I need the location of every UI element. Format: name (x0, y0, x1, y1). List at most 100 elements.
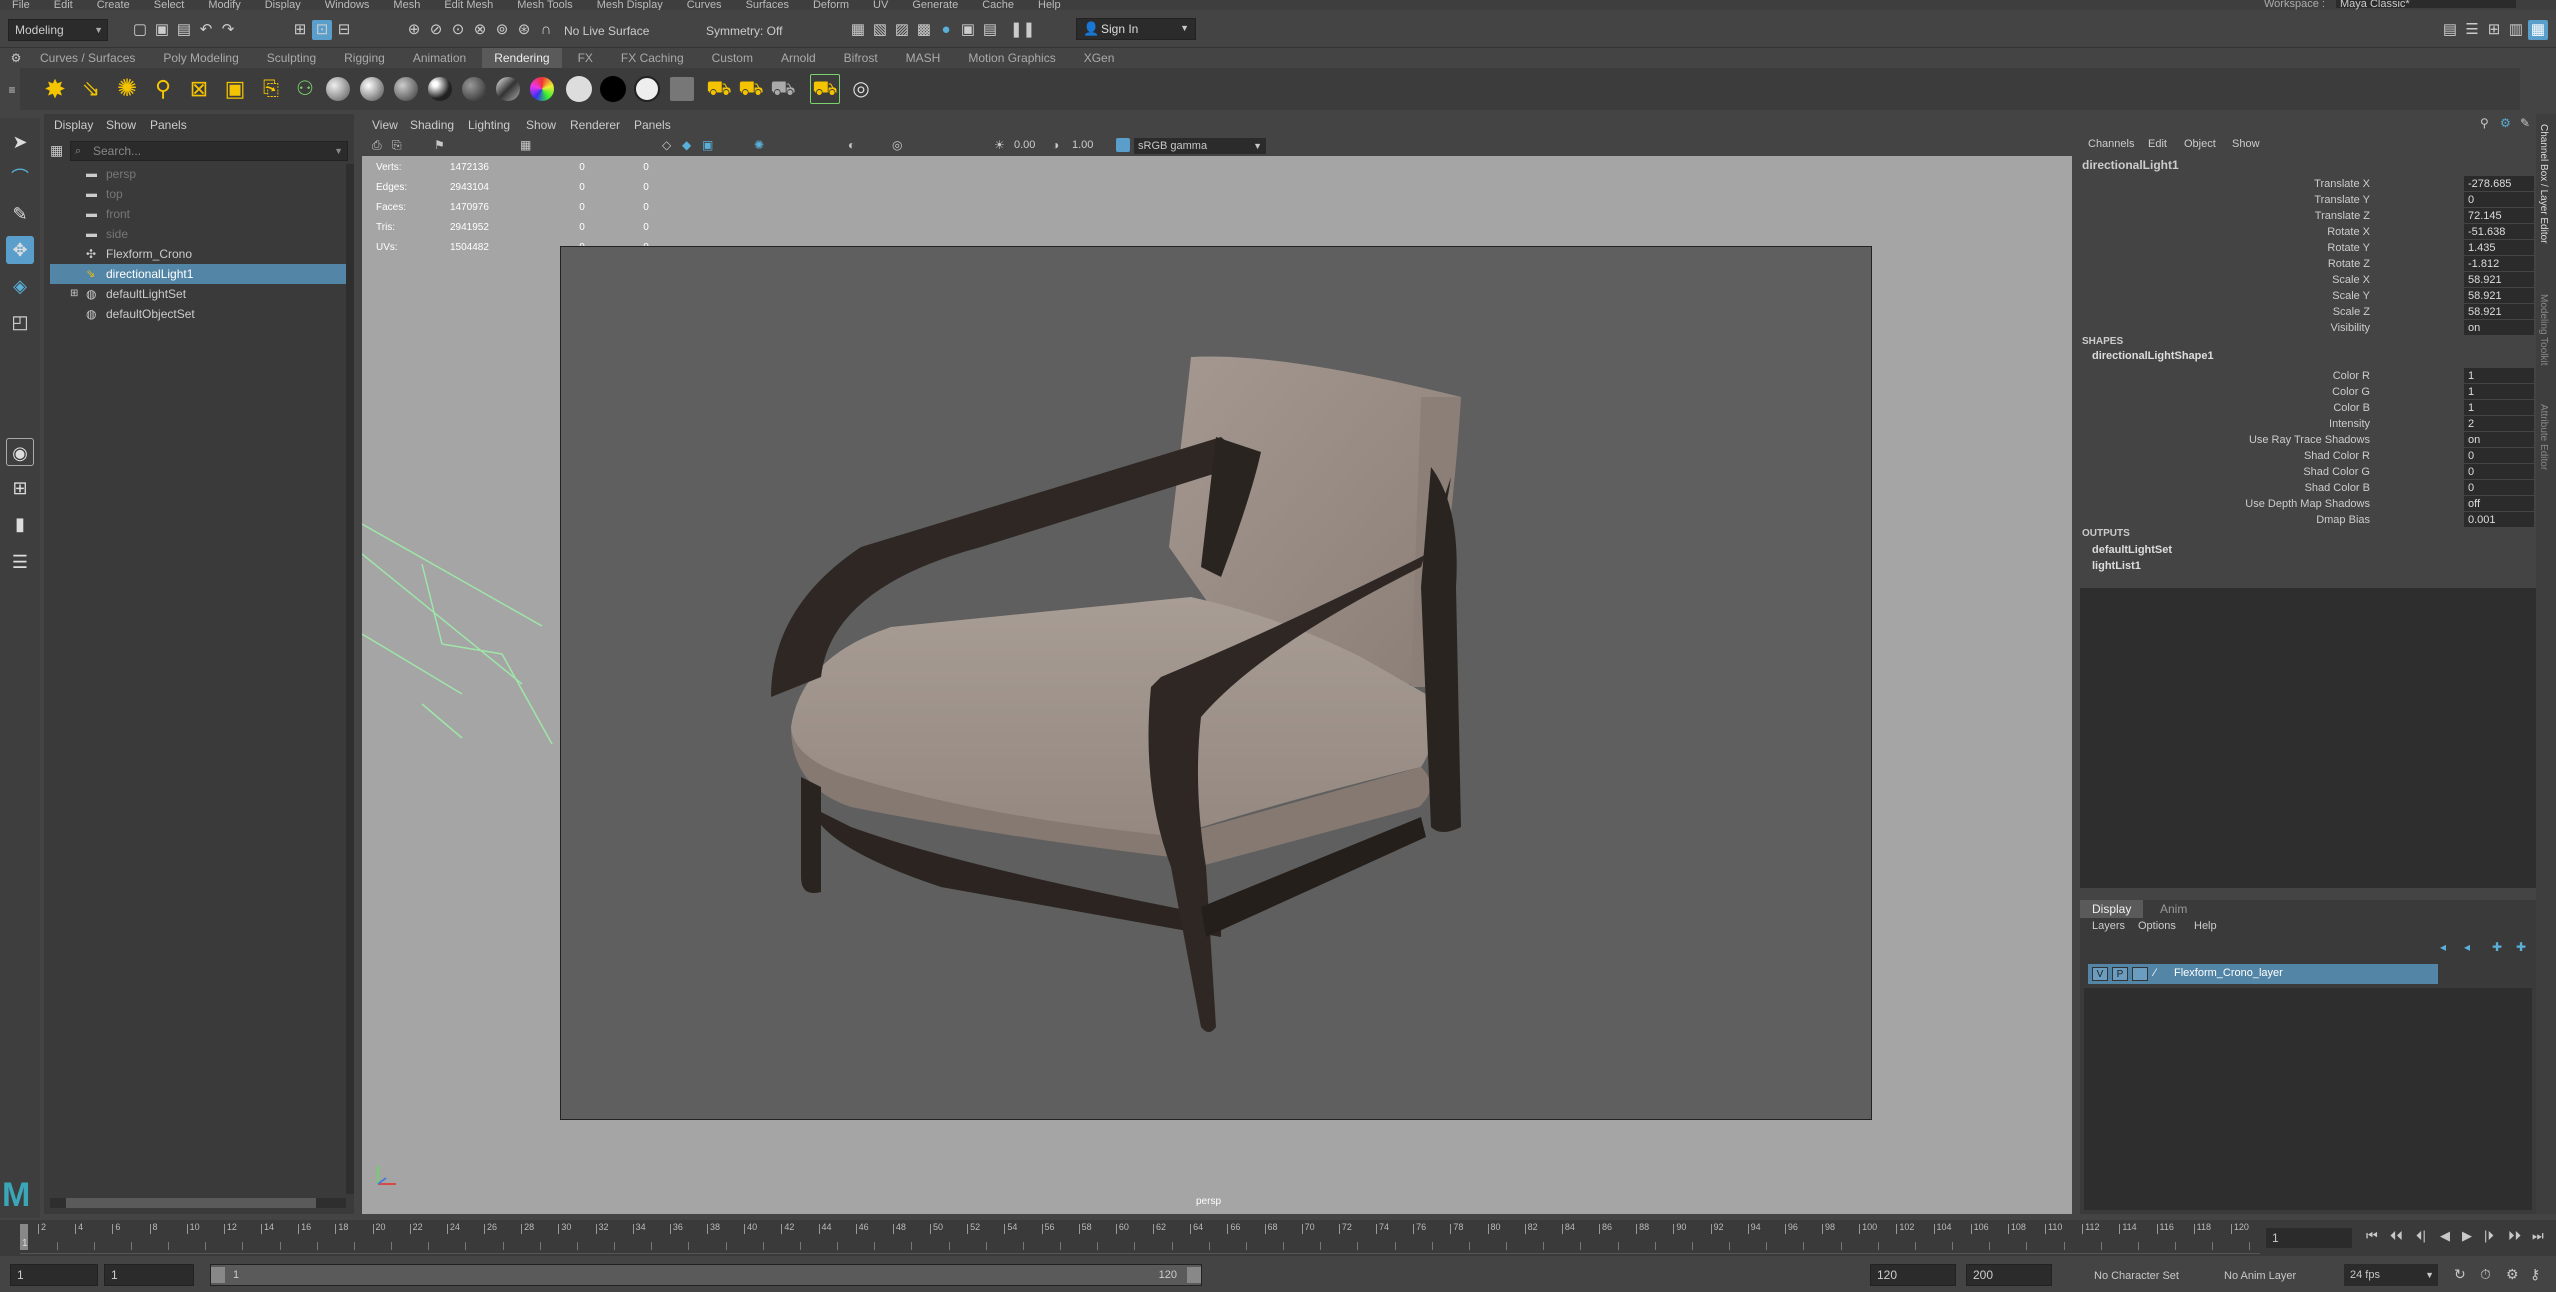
channel-value[interactable]: -278.685 (2464, 176, 2534, 191)
select-tool-icon[interactable]: ➤ (6, 128, 34, 156)
channel-row[interactable]: Translate Y 0 (2076, 192, 2536, 208)
directional-light-icon[interactable]: ⇘ (76, 74, 106, 104)
workspace-dropdown[interactable]: Maya Classic* (2336, 0, 2516, 10)
snap-curve-icon[interactable]: ⊘ (426, 20, 446, 40)
viewport-menu-panels[interactable]: Panels (634, 118, 671, 132)
menu-file[interactable]: File (12, 0, 30, 10)
menu-mesh-display[interactable]: Mesh Display (597, 0, 663, 10)
xray-icon[interactable]: ◎ (892, 138, 902, 152)
channel-value[interactable]: 0 (2464, 464, 2534, 479)
tab-sculpting[interactable]: Sculpting (255, 48, 328, 68)
channelbox-menu-edit[interactable]: Edit (2148, 138, 2167, 150)
channel-row[interactable]: Shad Color R 0 (2076, 448, 2536, 464)
filter-icon[interactable]: ▦ (50, 142, 63, 159)
expand-icon[interactable]: ⊞ (70, 284, 78, 304)
menu-deform[interactable]: Deform (813, 0, 849, 10)
snap-grid-icon[interactable]: ⊕ (404, 20, 424, 40)
shelf-settings-icon[interactable]: ⚙ (6, 48, 26, 68)
channel-value[interactable]: 0 (2464, 448, 2534, 463)
key-icon[interactable]: ⚷ (2530, 1266, 2540, 1283)
menu-surfaces[interactable]: Surfaces (746, 0, 789, 10)
channelbox-icon-3[interactable]: ✎ (2520, 116, 2530, 130)
outliner-item-default-light-set[interactable]: ⊞ ◍ defaultLightSet (50, 284, 346, 304)
time-slider-track[interactable] (20, 1222, 2260, 1254)
go-to-start-icon[interactable]: ⏮ (2366, 1228, 2378, 1244)
colorspace-dropdown[interactable]: sRGB gamma ▼ (1134, 138, 1266, 154)
channel-value[interactable]: on (2464, 320, 2534, 335)
channel-value[interactable]: 1.435 (2464, 240, 2534, 255)
menu-cache[interactable]: Cache (982, 0, 1014, 10)
snap-surface-icon[interactable]: ⊚ (492, 20, 512, 40)
exposure-field[interactable]: 0.00 (1014, 139, 1048, 151)
camera-icon[interactable]: ⎘ (256, 74, 286, 104)
tab-rigging[interactable]: Rigging (332, 48, 397, 68)
output-node-default-light-set[interactable]: defaultLightSet (2092, 544, 2172, 556)
surface-shader-icon[interactable] (462, 77, 486, 101)
tab-rendering[interactable]: Rendering (482, 48, 562, 68)
layer-row[interactable]: V P ⁄ Flexform_Crono_layer (2088, 964, 2438, 984)
step-forward-key-icon[interactable]: |⏵ (2484, 1228, 2494, 1244)
channel-value[interactable]: -51.638 (2464, 224, 2534, 239)
gamma-field[interactable]: 1.00 (1072, 139, 1106, 151)
menu-curves[interactable]: Curves (687, 0, 722, 10)
tab-motion-graphics[interactable]: Motion Graphics (956, 48, 1067, 68)
channel-value[interactable]: off (2464, 496, 2534, 511)
smooth-shade-icon[interactable]: ◆ (682, 138, 691, 152)
grid-icon[interactable]: ▦ (520, 138, 531, 152)
side-tab-modeling-toolkit[interactable]: Modeling Toolkit (2538, 294, 2549, 366)
toggle-attribute-icon[interactable]: ▦ (2528, 20, 2548, 40)
layer-menu-help[interactable]: Help (2194, 920, 2217, 932)
new-layer-selected-icon[interactable]: ✚ (2516, 940, 2526, 954)
outliner-menu-panels[interactable]: Panels (150, 118, 187, 132)
hypershade-shelf-icon[interactable]: ◎ (846, 74, 876, 104)
layer-color-icon[interactable]: ⁄ (2154, 967, 2156, 979)
step-back-key-icon[interactable]: ⏴| (2416, 1228, 2426, 1244)
channel-row[interactable]: Rotate Z -1.812 (2076, 256, 2536, 272)
channelbox-icon-2[interactable]: ⚙ (2500, 116, 2511, 130)
channel-row[interactable]: Color B 1 (2076, 400, 2536, 416)
preferences-icon[interactable]: ⚙ (2506, 1266, 2519, 1283)
channel-row[interactable]: Rotate X -51.638 (2076, 224, 2536, 240)
phong-sphere-icon[interactable] (394, 77, 418, 101)
play-forward-icon[interactable]: ▶ (2462, 1228, 2472, 1244)
current-frame-field[interactable]: 1 (2266, 1228, 2352, 1248)
channel-value[interactable]: 1 (2464, 400, 2534, 415)
render-layer-icon[interactable]: ⛟ (704, 74, 734, 104)
spot-light-icon[interactable]: ⚲ (148, 74, 178, 104)
range-slider-start-handle[interactable] (211, 1267, 225, 1283)
channel-value[interactable]: 1 (2464, 368, 2534, 383)
ipr-render-icon[interactable]: ▨ (892, 20, 912, 40)
output-node-light-list[interactable]: lightList1 (2092, 560, 2141, 572)
menu-mesh-tools[interactable]: Mesh Tools (517, 0, 572, 10)
select-object-icon[interactable]: ⊡ (312, 20, 332, 40)
render-sequence-icon[interactable]: ▧ (870, 20, 890, 40)
channel-row[interactable]: Shad Color B 0 (2076, 480, 2536, 496)
layer-menu-layers[interactable]: Layers (2092, 920, 2125, 932)
channel-row[interactable]: Shad Color G 0 (2076, 464, 2536, 480)
mode-dropdown[interactable]: Modeling ▼ (8, 19, 108, 41)
exposure-icon[interactable]: ☀ (994, 138, 1005, 152)
outliner-item-flexform-crono[interactable]: ✣ Flexform_Crono (50, 244, 346, 264)
rotate-tool-icon[interactable]: ◈ (6, 272, 34, 300)
layout-two-icon[interactable]: ▮ (6, 510, 34, 538)
render-settings-icon[interactable]: ▩ (914, 20, 934, 40)
viewport-menu-shading[interactable]: Shading (410, 118, 454, 132)
channel-value[interactable]: -1.812 (2464, 256, 2534, 271)
symmetry-dropdown[interactable]: Symmetry: Off (706, 24, 782, 38)
outliner-vertical-scrollbar[interactable] (346, 164, 354, 1194)
armchair-model[interactable] (561, 247, 1873, 1121)
go-to-end-icon[interactable]: ⏭ (2532, 1228, 2544, 1244)
chevron-down-icon[interactable]: ▼ (334, 142, 343, 160)
anim-start-field[interactable]: 1 (104, 1264, 194, 1286)
channel-row[interactable]: Intensity 2 (2076, 416, 2536, 432)
tab-xgen[interactable]: XGen (1072, 48, 1127, 68)
step-back-icon[interactable]: ⏴⏴ (2390, 1228, 2403, 1244)
new-scene-icon[interactable]: ▢ (130, 20, 150, 40)
new-empty-layer-icon[interactable]: ✚ (2492, 940, 2502, 954)
redo-icon[interactable]: ↷ (218, 20, 238, 40)
layer-type-toggle[interactable] (2132, 967, 2148, 981)
ipr-icon[interactable]: ⛟ (810, 74, 840, 104)
select-component-icon[interactable]: ⊟ (334, 20, 354, 40)
sign-in-button[interactable]: 👤 Sign In ▼ (1076, 18, 1196, 40)
black-swatch-icon[interactable] (600, 76, 626, 102)
